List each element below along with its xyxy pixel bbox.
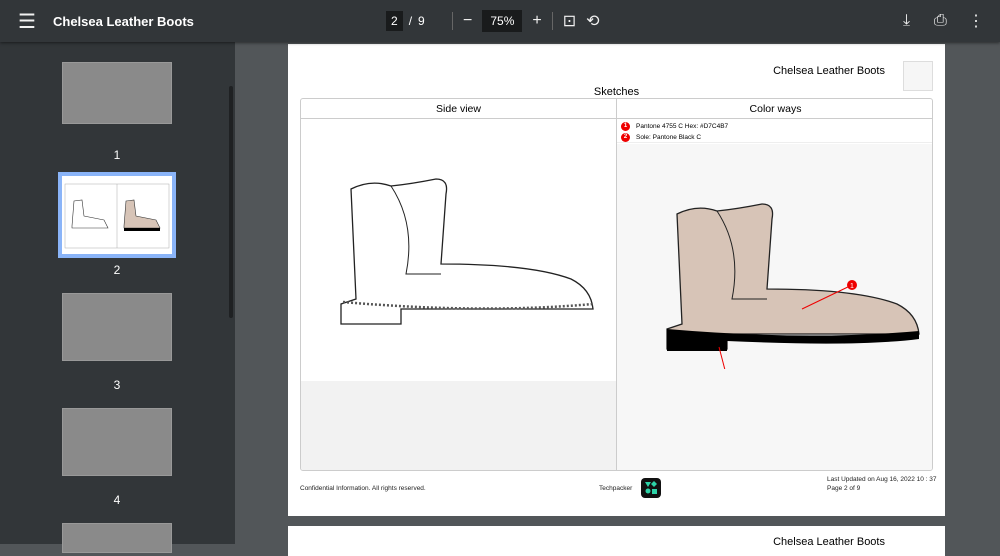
color-way-text: Pantone 4755 C Hex: #D7C4B7 xyxy=(636,123,729,130)
page-number: Page 2 of 9 xyxy=(827,485,861,492)
zoom-out-icon[interactable]: − xyxy=(463,12,472,30)
menu-icon[interactable]: ☰ xyxy=(18,0,36,42)
fit-page-icon[interactable]: ⊡ xyxy=(563,11,576,31)
marker-number: 1 xyxy=(621,122,630,131)
side-view-column: Side view xyxy=(301,99,617,470)
techpacker-logo xyxy=(641,478,661,498)
svg-text:1: 1 xyxy=(850,283,854,290)
thumbnail-page-3[interactable] xyxy=(62,293,172,361)
brand-name: Techpacker xyxy=(599,485,633,492)
total-pages: 9 xyxy=(418,14,425,28)
page-separator: / xyxy=(408,14,413,28)
zoom-input[interactable]: 75% xyxy=(482,10,523,32)
zoom-in-icon[interactable]: + xyxy=(532,12,541,30)
boot-sketch-outline xyxy=(340,178,594,325)
print-icon[interactable]: ⎙ xyxy=(934,0,947,42)
download-icon[interactable]: ⤓ xyxy=(903,0,910,42)
rotate-icon[interactable]: ⟲ xyxy=(586,11,599,31)
page-input[interactable]: 2 xyxy=(386,11,403,31)
divider xyxy=(452,12,453,30)
color-way-item: 2 Sole: Pantone Black C xyxy=(617,132,932,143)
thumbnail-page-4[interactable] xyxy=(62,408,172,476)
color-ways-column: Color ways 1 Pantone 4755 C Hex: #D7C4B7 … xyxy=(617,99,932,470)
divider xyxy=(551,12,553,30)
section-title: Sketches xyxy=(593,86,640,98)
sidebar-scrollbar[interactable] xyxy=(229,86,233,318)
toolbar: ☰ Chelsea Leather Boots 2 / 9 − 75% + ⊡ … xyxy=(0,0,1000,42)
page-indicator: 2 / 9 xyxy=(386,0,425,42)
confidential-text: Confidential Information. All rights res… xyxy=(300,485,426,492)
color-ways-legend: 1 Pantone 4755 C Hex: #D7C4B7 2 Sole: Pant… xyxy=(617,119,932,143)
empty-area xyxy=(301,381,616,470)
color-way-item: 1 Pantone 4755 C Hex: #D7C4B7 xyxy=(617,121,932,132)
color-way-text: Sole: Pantone Black C xyxy=(636,134,702,141)
last-updated: Last Updated on Aug 16, 2022 10 : 37 xyxy=(827,476,937,483)
more-options-icon[interactable]: ⋮ xyxy=(968,0,984,42)
marker-number: 2 xyxy=(621,133,630,142)
thumbnail-label: 2 xyxy=(113,263,121,277)
page-header-title: Chelsea Leather Boots xyxy=(773,536,885,548)
sketches-table: Side view Color ways 1 Pantone 4755 C Hex… xyxy=(300,98,933,471)
zoom-controls: − 75% + ⊡ ⟲ xyxy=(452,0,600,42)
thumbnail-label: 3 xyxy=(113,378,121,392)
pdf-page: Chelsea Leather Boots Sketches Side view… xyxy=(288,44,945,516)
pdf-page-next: Chelsea Leather Boots xyxy=(288,526,945,556)
thumbnail-page-2[interactable] xyxy=(58,172,176,258)
page-header-title: Chelsea Leather Boots xyxy=(773,65,885,77)
thumbnail-label: 1 xyxy=(113,148,121,162)
document-title: Chelsea Leather Boots xyxy=(53,13,194,29)
side-view-header: Side view xyxy=(301,99,616,119)
thumbnail-label: 4 xyxy=(113,493,121,507)
thumbnail-page-1[interactable] xyxy=(62,62,172,124)
thumbnail-page-5[interactable] xyxy=(62,523,172,553)
boot-sketch-colored: 1 xyxy=(666,203,920,369)
color-ways-header: Color ways xyxy=(617,99,932,119)
